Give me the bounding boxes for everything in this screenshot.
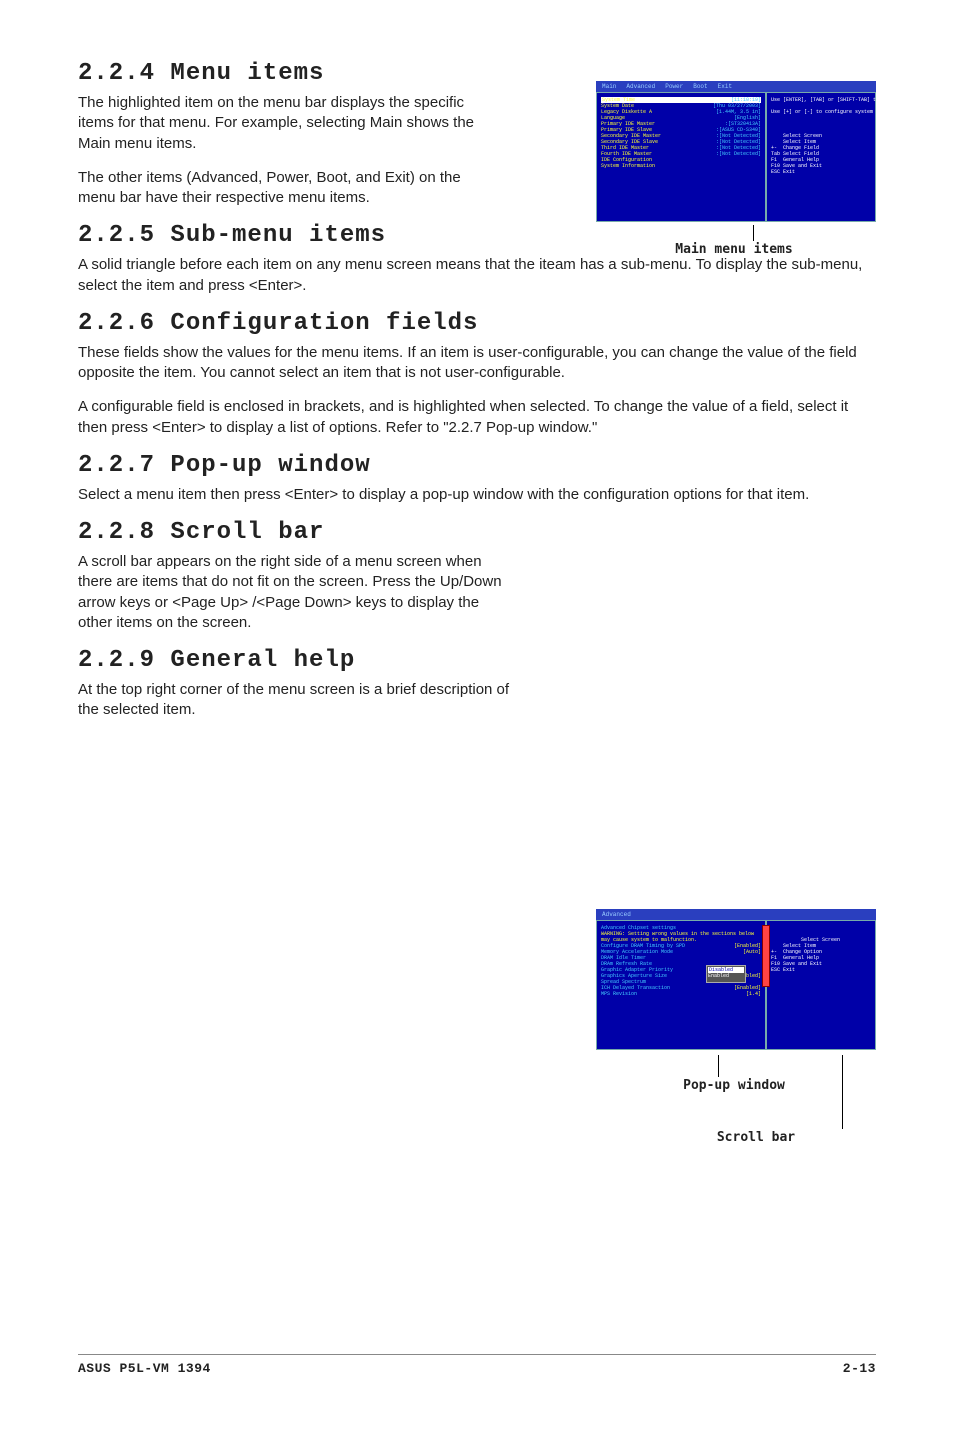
bios-row: MPS Revision[1.4]	[601, 991, 761, 997]
heading-227: 2.2.7 Pop-up window	[78, 452, 876, 479]
bios-adv-right-pane: Select Screen Select Item +- Change Opti…	[766, 920, 876, 1050]
para-227-1: Select a menu item then press <Enter> to…	[78, 485, 876, 505]
menubar-item: Boot	[693, 84, 707, 90]
bios-main-right-pane: Use [ENTER], [TAB] or [SHIFT-TAB] to sel…	[766, 92, 876, 222]
menubar-item: Advanced	[626, 84, 655, 90]
bios-adv-warning: WARNING: Setting wrong values in the sec…	[601, 931, 761, 943]
para-228-1: A scroll bar appears on the right side o…	[78, 552, 517, 633]
leader-line	[753, 225, 754, 241]
para-226-1: These fields show the values for the men…	[78, 343, 876, 384]
caption-main-menu-items: Main menu items	[634, 242, 834, 257]
popup-option: Enabled	[708, 973, 744, 979]
footer-right: 2-13	[843, 1361, 876, 1376]
leader-line	[842, 1055, 843, 1129]
menubar-item: Exit	[718, 84, 732, 90]
bios-scroll-bar	[762, 925, 770, 987]
bios-adv-menubar: Advanced	[596, 909, 876, 920]
heading-226: 2.2.6 Configuration fields	[78, 310, 876, 337]
para-226-2: A configurable field is enclosed in brac…	[78, 397, 876, 438]
para-224-1: The highlighted item on the menu bar dis…	[78, 93, 493, 154]
menubar-item-advanced: Advanced	[602, 912, 631, 918]
footer-left: ASUS P5L-VM 1394	[78, 1361, 211, 1376]
heading-228: 2.2.8 Scroll bar	[78, 519, 876, 546]
bios-main-left-pane: System Time[11:10:19]System Date[Thu 03/…	[596, 92, 766, 222]
bios-popup-box: Disabled Enabled	[706, 965, 746, 983]
leader-line	[718, 1055, 719, 1077]
bios-adv-left-pane: Advanced Chipset settings WARNING: Setti…	[596, 920, 766, 1050]
caption-scroll-bar: Scroll bar	[656, 1130, 856, 1145]
page-footer: ASUS P5L-VM 1394 2-13	[78, 1354, 876, 1376]
heading-229: 2.2.9 General help	[78, 647, 876, 674]
bios-row: System Information	[601, 163, 761, 169]
caption-popup-window: Pop-up window	[634, 1078, 834, 1093]
bios-main-screenshot: Main Advanced Power Boot Exit System Tim…	[596, 92, 876, 222]
menubar-item: Main	[602, 84, 616, 90]
bios-advanced-screenshot: Advanced Advanced Chipset settings WARNI…	[596, 920, 876, 1050]
bios-main-menubar: Main Advanced Power Boot Exit	[596, 81, 876, 92]
para-229-1: At the top right corner of the menu scre…	[78, 680, 517, 721]
menubar-item: Power	[665, 84, 683, 90]
para-224-2: The other items (Advanced, Power, Boot, …	[78, 168, 493, 209]
bios-adv-help-text: Select Screen Select Item +- Change Opti…	[771, 937, 840, 973]
para-225-1: A solid triangle before each item on any…	[78, 255, 876, 296]
